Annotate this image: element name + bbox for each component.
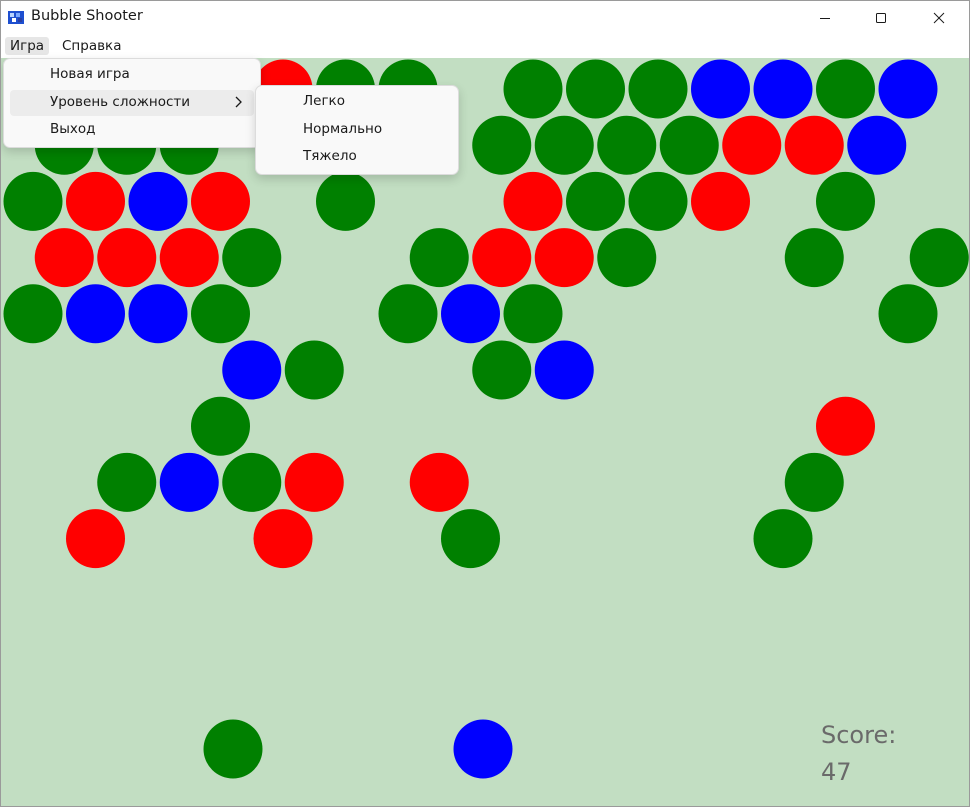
bubble-blue (878, 59, 938, 119)
bubble-green (378, 284, 438, 344)
bubble-green (3, 171, 63, 231)
bubble-green (628, 59, 688, 119)
maximize-button[interactable] (853, 1, 909, 34)
menu-item-easy[interactable]: Легко (262, 89, 452, 115)
maximize-icon (876, 12, 886, 23)
bubble-green (503, 284, 563, 344)
bubble-blue (534, 340, 594, 400)
bubble-green (222, 228, 282, 288)
window-title: Bubble Shooter (31, 8, 143, 24)
bubble-green (3, 284, 63, 344)
chevron-right-icon (235, 96, 242, 108)
menu-game[interactable]: Игра (5, 37, 50, 55)
bubble-green (472, 115, 532, 175)
bubble-red (284, 452, 344, 512)
bubble-field[interactable] (1, 58, 970, 807)
shooter-bubble (203, 719, 263, 779)
bubble-red (191, 171, 250, 231)
bubble-blue (847, 115, 907, 175)
menu-item-new-game[interactable]: Новая игра (10, 62, 254, 88)
menu-item-exit[interactable]: Выход (10, 117, 254, 143)
bubble-green (597, 228, 657, 288)
bubble-blue (441, 284, 500, 344)
bubble-red (34, 228, 94, 288)
menu-bar: Игра Справка (1, 34, 969, 58)
bubble-green (191, 396, 250, 456)
bubble-green (753, 509, 813, 569)
bubble-blue (159, 452, 219, 512)
bubble-green (472, 340, 532, 400)
bubble-green (284, 340, 344, 400)
bubble-green (316, 171, 375, 231)
menu-item-hard[interactable]: Тяжело (262, 144, 452, 170)
bubble-green (566, 171, 625, 231)
bubble-blue (753, 59, 813, 119)
bubble-red (503, 171, 563, 231)
menu-item-label: Новая игра (50, 66, 130, 82)
bubble-green (628, 171, 688, 231)
app-icon (8, 11, 24, 24)
bubble-green (909, 228, 969, 288)
menu-item-label: Уровень сложности (50, 94, 191, 110)
close-button[interactable] (911, 1, 967, 34)
game-window: Bubble Shooter Игра Справка Новая игра У… (0, 0, 970, 807)
menu-item-normal[interactable]: Нормально (262, 117, 452, 143)
bubble-green (816, 59, 875, 119)
difficulty-submenu: Легко Нормально Тяжело (255, 85, 459, 175)
bubble-red (784, 115, 844, 175)
minimize-button[interactable] (797, 1, 853, 34)
menu-item-label: Нормально (303, 121, 383, 137)
bubble-blue (128, 171, 188, 231)
menu-item-label: Тяжело (303, 148, 357, 164)
bubble-red (66, 509, 125, 569)
bubble-green (878, 284, 938, 344)
bubble-red (472, 228, 532, 288)
bubble-red (97, 228, 157, 288)
bubble-red (66, 171, 125, 231)
menu-item-label: Выход (50, 121, 96, 137)
bubble-green (566, 59, 625, 119)
next-bubble (453, 719, 513, 779)
bubble-green (659, 115, 719, 175)
menu-item-label: Легко (303, 93, 345, 109)
score-label: Score: (821, 721, 897, 749)
close-icon (933, 12, 945, 23)
bubble-green (784, 228, 844, 288)
bubble-blue (66, 284, 125, 344)
bubble-green (816, 171, 875, 231)
bubble-green (784, 452, 844, 512)
bubble-green (97, 452, 157, 512)
bubble-blue (128, 284, 188, 344)
bubble-green (534, 115, 594, 175)
game-menu-dropdown: Новая игра Уровень сложности Выход (3, 58, 261, 148)
bubble-red (816, 396, 875, 456)
title-bar: Bubble Shooter (1, 1, 969, 34)
bubble-green (597, 115, 657, 175)
bubble-green (191, 284, 250, 344)
menu-help[interactable]: Справка (57, 37, 126, 55)
score-value: 47 (821, 758, 852, 786)
bubble-red (722, 115, 782, 175)
bubble-red (409, 452, 469, 512)
bubble-green (503, 59, 563, 119)
bubble-red (691, 171, 750, 231)
menu-item-difficulty[interactable]: Уровень сложности (10, 90, 254, 116)
bubble-green (409, 228, 469, 288)
minimize-icon (820, 17, 830, 19)
bubble-blue (691, 59, 750, 119)
bubble-red (159, 228, 219, 288)
bubble-red (253, 509, 313, 569)
bubble-red (534, 228, 594, 288)
bubble-green (441, 509, 500, 569)
bubble-green (222, 452, 282, 512)
game-board[interactable] (1, 58, 970, 807)
bubble-blue (222, 340, 282, 400)
